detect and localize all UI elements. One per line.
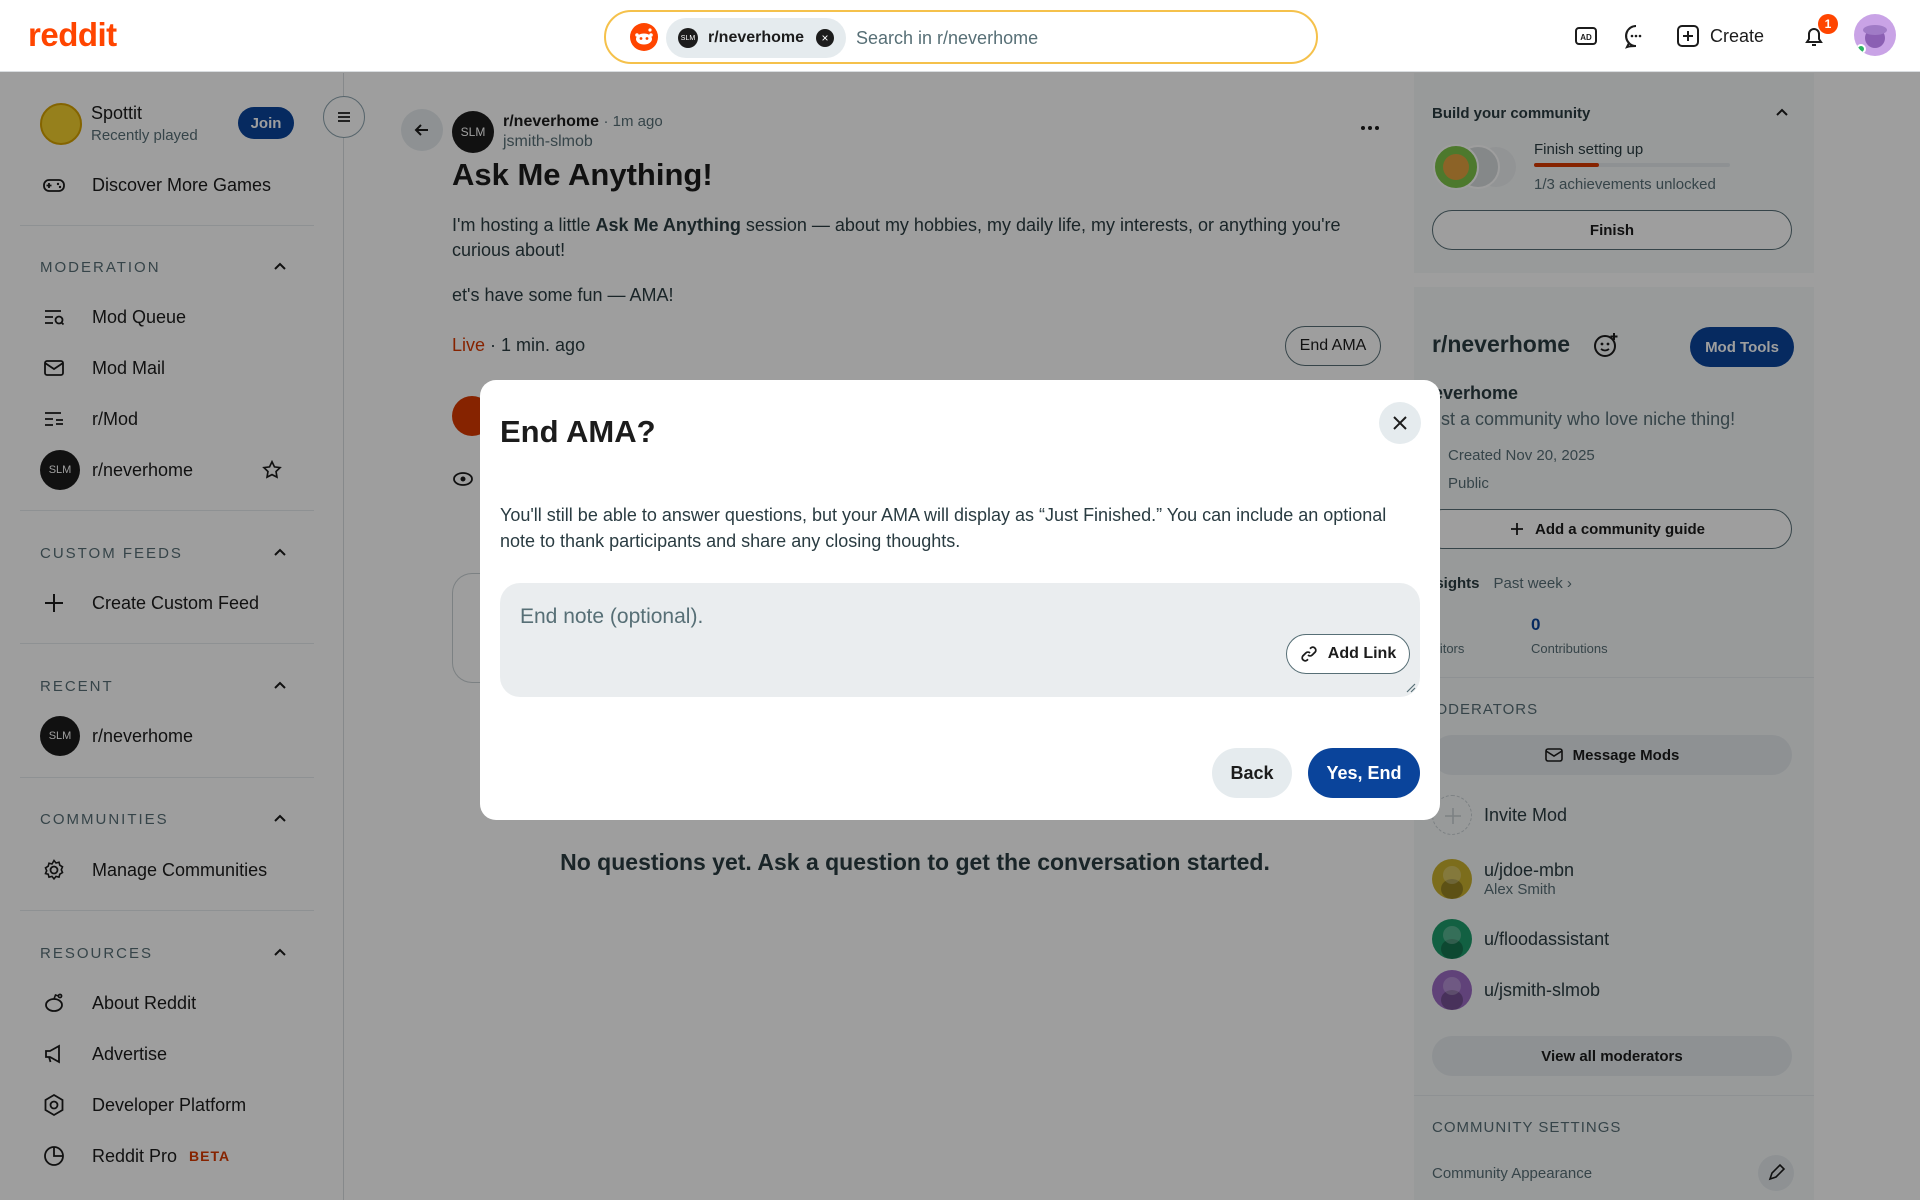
search-community-chip: SLM r/neverhome ×	[666, 18, 846, 58]
notification-badge: 1	[1818, 14, 1838, 34]
user-avatar[interactable]	[1854, 14, 1896, 56]
close-icon	[1393, 416, 1407, 430]
svg-text:AD: AD	[1580, 33, 1592, 42]
resize-handle-icon[interactable]	[1406, 683, 1416, 693]
search-bar[interactable]: SLM r/neverhome ×	[604, 10, 1318, 64]
close-button[interactable]	[1379, 402, 1421, 444]
back-button[interactable]: Back	[1212, 748, 1292, 798]
snoo-icon	[630, 23, 658, 51]
end-note-container: Add Link	[500, 583, 1420, 697]
add-link-label: Add Link	[1327, 645, 1397, 662]
search-input[interactable]	[856, 20, 1296, 56]
chip-remove-icon[interactable]: ×	[816, 29, 835, 47]
end-ama-dialog: End AMA? You'll still be able to answer …	[480, 380, 1440, 820]
add-link-button[interactable]: Add Link	[1286, 634, 1410, 674]
dialog-title: End AMA?	[500, 414, 656, 449]
create-label: Create	[1710, 25, 1765, 46]
advertise-icon[interactable]: AD	[1572, 22, 1600, 50]
create-icon	[1677, 25, 1699, 47]
top-bar: reddit SLM r/neverhome × AD Create	[0, 0, 1920, 72]
end-note-input[interactable]	[500, 583, 1420, 697]
chip-label: r/neverhome	[708, 29, 805, 46]
dialog-description: You'll still be able to answer questions…	[500, 505, 1387, 551]
link-icon	[1301, 646, 1317, 662]
create-button[interactable]: Create	[1676, 18, 1764, 54]
confirm-end-button[interactable]: Yes, End	[1308, 748, 1420, 798]
online-status-dot	[1856, 44, 1866, 54]
chat-icon[interactable]	[1622, 22, 1650, 50]
chip-avatar: SLM	[678, 28, 698, 48]
reddit-logo[interactable]: reddit	[28, 16, 117, 54]
